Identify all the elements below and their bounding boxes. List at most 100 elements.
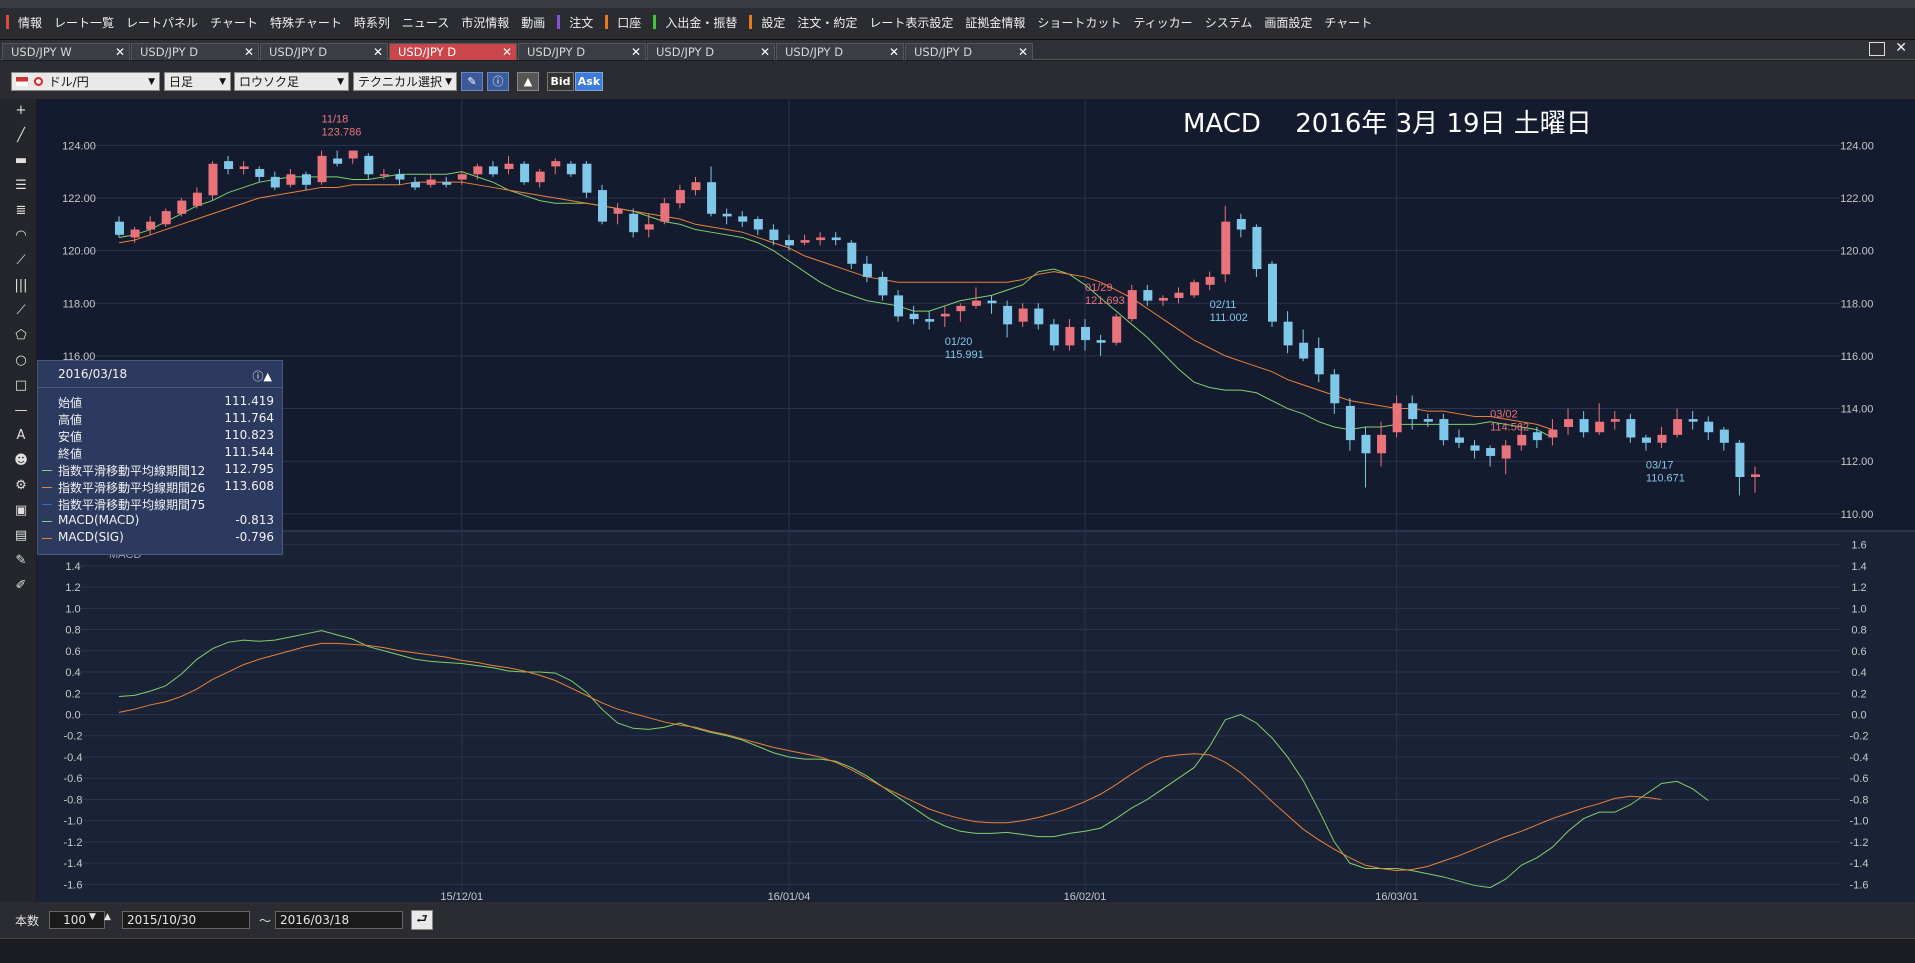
info-toggle-icon[interactable]: ⓘ▲	[253, 368, 272, 384]
menu-item[interactable]: 証拠金情報	[959, 14, 1031, 31]
rectangle-icon[interactable]: □	[11, 376, 31, 396]
pen-icon[interactable]: ✎	[461, 72, 483, 91]
candle-body	[457, 174, 467, 180]
window-maximize-icon[interactable]	[1869, 42, 1885, 56]
channel-icon[interactable]: ⟋	[11, 301, 31, 321]
currency-select[interactable]: ドル/円 ▼	[11, 72, 160, 91]
tab-close-icon[interactable]: ✕	[631, 44, 641, 60]
ruler-icon[interactable]: ▬	[11, 151, 31, 171]
arc-icon[interactable]: ◠	[11, 226, 31, 246]
menu-item[interactable]: 設定	[755, 14, 791, 31]
menu-item[interactable]: ニュース	[396, 14, 455, 31]
tab-close-icon[interactable]: ✕	[502, 44, 512, 60]
tab-chart[interactable]: USD/JPY W ✕	[2, 43, 130, 60]
menu-item[interactable]: 注文	[563, 14, 599, 31]
tab-label: USD/JPY D	[914, 45, 973, 59]
line-icon[interactable]: ╱	[11, 126, 31, 146]
lines-icon[interactable]: ☰	[11, 176, 31, 196]
data-window-row: MACD(SIG) -0.796	[38, 530, 284, 547]
menu-item[interactable]: レート一覧	[48, 14, 120, 31]
candle-body	[862, 263, 872, 277]
menu-item[interactable]: 情報	[12, 14, 48, 31]
edit-icon[interactable]: ✐	[11, 576, 31, 596]
candle-body	[675, 190, 685, 204]
tab-close-icon[interactable]: ✕	[1018, 44, 1028, 60]
tab-chart[interactable]: USD/JPY D ✕	[260, 43, 388, 60]
technical-select[interactable]: テクニカル選択 ▼	[353, 72, 457, 91]
candle-body	[442, 182, 452, 185]
menu-item[interactable]: レートパネル	[120, 14, 204, 31]
text-icon[interactable]: A	[11, 426, 31, 446]
candle-body	[1299, 342, 1309, 359]
paste-icon[interactable]: ▤	[11, 526, 31, 546]
menu-item[interactable]: 画面設定	[1258, 14, 1318, 31]
annotation-date: 11/18	[322, 114, 349, 126]
status-bar	[0, 938, 1915, 963]
to-date-input[interactable]: 2016/03/18	[275, 911, 403, 929]
tab-close-icon[interactable]: ✕	[373, 44, 383, 60]
vertical-lines-icon[interactable]: |||	[11, 276, 31, 296]
eraser-icon[interactable]: ✎	[11, 551, 31, 571]
menu-item[interactable]: 市況情報	[455, 14, 515, 31]
flag-icon	[16, 77, 28, 86]
menu-item[interactable]: 時系列	[348, 14, 396, 31]
tab-chart[interactable]: USD/JPY D ✕	[776, 43, 904, 60]
tab-label: USD/JPY D	[656, 45, 715, 59]
tab-chart[interactable]: USD/JPY D ✕	[131, 43, 259, 60]
tab-chart[interactable]: USD/JPY D ✕	[518, 43, 646, 60]
icon-stamp-icon[interactable]: ☻	[11, 451, 31, 471]
chart-canvas[interactable]: 124.00 124.00 122.00 122.00 120.00 120.00 118.…	[37, 99, 1915, 903]
window-close-icon[interactable]: ✕	[1895, 40, 1907, 56]
candle-body	[208, 163, 218, 196]
count-down-icon[interactable]: ▼	[89, 912, 96, 922]
macd-tick-right: -1.2	[1850, 837, 1869, 849]
count-up-icon[interactable]: ▲	[104, 912, 111, 922]
bid-button[interactable]: Bid	[547, 72, 574, 91]
menu-item[interactable]: チャート	[1318, 14, 1378, 31]
fan-icon[interactable]: ⟋	[11, 251, 31, 271]
macd-tick-left: 0.0	[65, 710, 80, 722]
menu-item[interactable]: ティッカー	[1127, 14, 1198, 31]
pentagon-icon[interactable]: ⬠	[11, 326, 31, 346]
menu-group-marker	[6, 15, 9, 29]
tab-chart[interactable]: USD/JPY D ✕	[647, 43, 775, 60]
menu-item[interactable]: ショートカット	[1031, 14, 1127, 31]
menu-item[interactable]: チャート	[204, 14, 264, 31]
tab-chart[interactable]: USD/JPY D ✕	[905, 43, 1033, 60]
tab-close-icon[interactable]: ✕	[760, 44, 770, 60]
menu-item[interactable]: レート表示設定	[863, 14, 959, 31]
menu-item[interactable]: システム	[1199, 14, 1259, 31]
crosshair-icon[interactable]: +	[11, 101, 31, 121]
tab-close-icon[interactable]: ✕	[115, 44, 125, 60]
candle-body	[1470, 445, 1480, 451]
chart-style-select[interactable]: ロウソク足 ▼	[234, 72, 349, 91]
candle-body	[1595, 421, 1605, 433]
count-input[interactable]: 100	[49, 911, 105, 929]
candle-body	[847, 242, 857, 264]
period-select[interactable]: 日足 ▼	[164, 72, 231, 91]
ask-button[interactable]: Ask	[575, 72, 603, 91]
fib-icon[interactable]: ≣	[11, 201, 31, 221]
candle-body	[333, 158, 343, 164]
menu-group-marker	[557, 15, 561, 29]
menu-item[interactable]: 注文・約定	[791, 14, 863, 31]
macd-tick-left: 0.2	[65, 688, 80, 700]
return-button[interactable]: ⮐	[411, 910, 433, 930]
area-chart-icon[interactable]: ▲	[517, 72, 539, 91]
info-icon[interactable]: ⓘ	[487, 72, 509, 91]
settings-icon[interactable]: ⚙	[11, 476, 31, 496]
from-date-input[interactable]: 2015/10/30	[122, 911, 250, 929]
menu-item[interactable]: 口座	[611, 14, 647, 31]
horizontal-line-icon[interactable]: —	[11, 401, 31, 421]
menu-item[interactable]: 入出金・振替	[659, 14, 743, 31]
copy-icon[interactable]: ▣	[11, 501, 31, 521]
menu-item[interactable]: 動画	[515, 14, 551, 31]
menu-item[interactable]: 特殊チャート	[264, 14, 348, 31]
circle-icon[interactable]: ○	[11, 351, 31, 371]
tab-close-icon[interactable]: ✕	[889, 44, 899, 60]
macd-tick-right: -0.8	[1850, 794, 1869, 806]
tab-close-icon[interactable]: ✕	[244, 44, 254, 60]
data-window-label: 始値	[58, 396, 83, 410]
tab-chart[interactable]: USD/JPY D ✕	[389, 43, 517, 60]
annotation-date: 01/20	[945, 336, 973, 348]
